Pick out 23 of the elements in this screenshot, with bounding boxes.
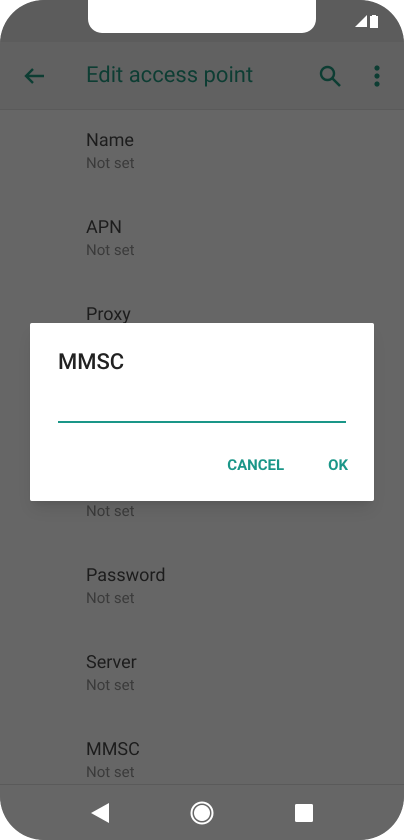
signal-icon: [355, 15, 367, 27]
setting-title: Password: [86, 564, 167, 588]
setting-title: Proxy: [86, 303, 132, 327]
recents-nav-button[interactable]: [294, 802, 314, 822]
setting-title: Server: [86, 651, 138, 675]
back-arrow-icon: [23, 66, 45, 84]
setting-title: Name: [86, 129, 135, 153]
home-circle-icon: [190, 800, 214, 824]
more-options-button[interactable]: [372, 64, 382, 86]
dialog-title: MMSC: [58, 349, 126, 377]
back-nav-button[interactable]: [90, 802, 110, 822]
search-icon: [319, 64, 341, 86]
battery-icon: [370, 14, 378, 28]
dialog-button[interactable]: CANCEL: [217, 449, 294, 481]
setting-title: MMSC: [86, 738, 141, 762]
more-options-icon: [374, 64, 380, 86]
back-triangle-icon: [91, 802, 109, 822]
app-bar-title: Edit access point: [86, 62, 254, 90]
search-button[interactable]: [318, 64, 342, 88]
home-nav-button[interactable]: [190, 800, 214, 824]
setting-title: APN: [86, 216, 123, 240]
dialog-button[interactable]: OK: [318, 449, 358, 481]
recents-square-icon: [295, 804, 313, 822]
